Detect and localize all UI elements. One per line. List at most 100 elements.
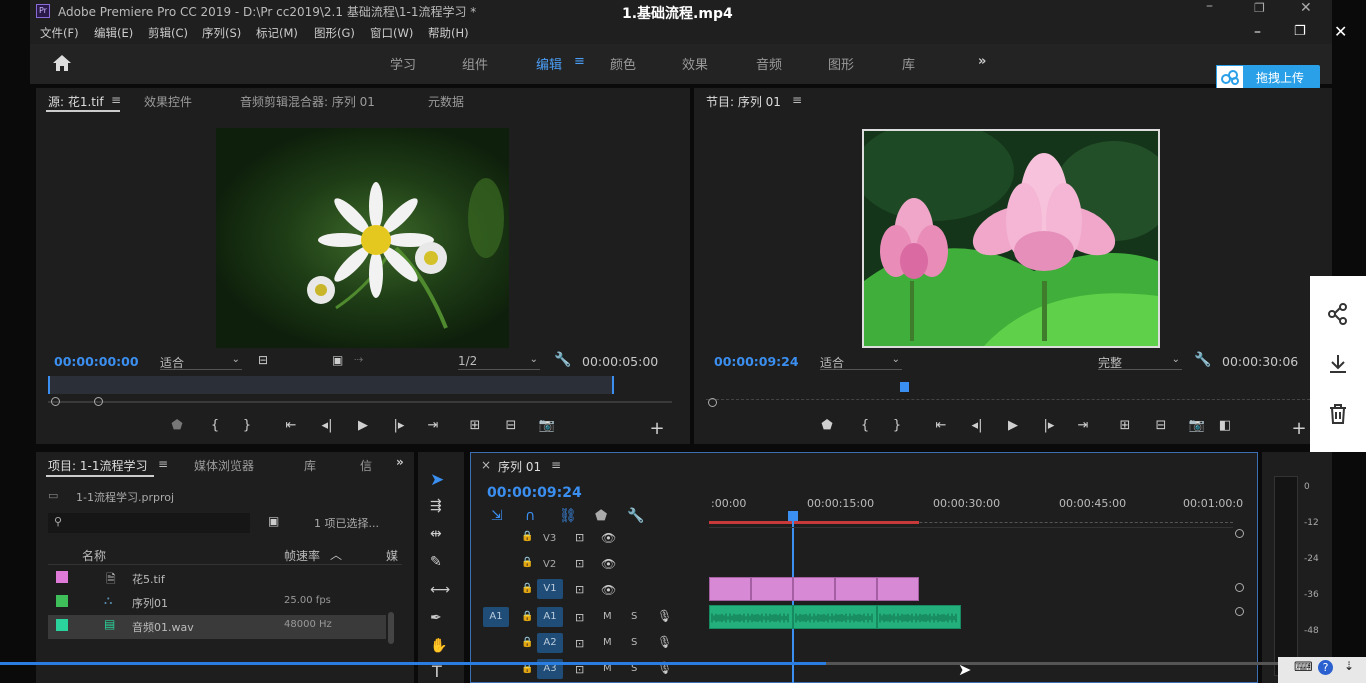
trash-icon[interactable]	[1326, 402, 1350, 426]
step-forward-icon[interactable]: |▸	[1040, 418, 1058, 433]
workspace-audio[interactable]: 音频	[756, 54, 782, 73]
mark-out-icon[interactable]: }	[238, 418, 256, 433]
workspace-menu-icon[interactable]: ≡	[574, 54, 585, 69]
more-workspaces-icon[interactable]: »	[978, 54, 986, 69]
go-to-out-icon[interactable]: ⇥	[1074, 418, 1092, 433]
workspace-libraries[interactable]: 库	[902, 54, 915, 73]
tab-media-browser[interactable]: 媒体浏览器	[194, 457, 254, 474]
menu-window[interactable]: 窗口(W)	[370, 25, 413, 41]
player-progress-track[interactable]	[0, 662, 1366, 665]
video-clip[interactable]	[751, 577, 793, 601]
step-back-icon[interactable]: ◂|	[318, 418, 336, 433]
pen-tool-icon[interactable]: ✒	[430, 610, 442, 626]
wrench-icon[interactable]: 🔧	[554, 352, 571, 368]
drag-video-icon[interactable]: ▣	[332, 353, 343, 367]
track-label-v3[interactable]: V3	[543, 533, 556, 544]
download-icon[interactable]	[1326, 352, 1350, 376]
eye-icon[interactable]: 👁	[601, 557, 616, 571]
sync-lock-icon[interactable]: ⊡	[575, 531, 584, 544]
timeline-playhead-handle[interactable]	[788, 511, 798, 521]
selection-tool-icon[interactable]: ➤	[430, 470, 444, 490]
tab-info[interactable]: 信	[360, 457, 372, 474]
source-timecode[interactable]: 00:00:00:00	[54, 354, 139, 369]
vertical-zoom-handle[interactable]	[1235, 607, 1244, 616]
project-item[interactable]: 🗎 花5.tif	[48, 567, 402, 591]
video-clip[interactable]	[835, 577, 877, 601]
workspace-effects[interactable]: 效果	[682, 54, 708, 73]
track-label-v1[interactable]: V1	[537, 579, 563, 599]
comparison-view-icon[interactable]: ◧	[1216, 418, 1234, 433]
play-icon[interactable]: ▶	[1004, 418, 1022, 433]
mute-button[interactable]: M	[603, 637, 612, 648]
mute-button[interactable]: M	[603, 611, 612, 622]
player-close-icon[interactable]: ✕	[1334, 22, 1347, 41]
insert-icon[interactable]: ⊞	[466, 418, 484, 433]
slip-tool-icon[interactable]: ⟷	[430, 582, 450, 598]
microphone-icon[interactable]: 🎙	[657, 635, 672, 649]
tab-metadata[interactable]: 元数据	[428, 93, 464, 110]
solo-button[interactable]: S	[631, 637, 637, 648]
source-zoom-bar[interactable]	[48, 401, 672, 403]
audio-clip[interactable]	[709, 605, 793, 629]
track-label-v2[interactable]: V2	[543, 559, 556, 570]
new-search-bin-icon[interactable]: ▣	[268, 514, 279, 528]
program-quality-select[interactable]: 完整 ⌄	[1098, 354, 1182, 370]
menu-sequence[interactable]: 序列(S)	[202, 25, 241, 41]
tab-source-menu-icon[interactable]: ≡	[111, 93, 121, 107]
tab-libraries[interactable]: 库	[304, 457, 316, 474]
audio-clip[interactable]	[793, 605, 877, 629]
add-marker-icon[interactable]: ⬟	[595, 508, 607, 524]
tab-project-menu-icon[interactable]: ≡	[158, 457, 168, 471]
camera-icon[interactable]: 📷	[538, 418, 556, 433]
razor-tool-icon[interactable]: ✎	[430, 554, 442, 570]
safe-margin-icon[interactable]: ⊟	[258, 353, 268, 367]
eye-icon[interactable]: 👁	[601, 531, 616, 545]
column-name[interactable]: 名称	[82, 547, 106, 564]
track-label-a2[interactable]: A2	[537, 633, 563, 653]
nest-icon[interactable]: ⇲	[491, 508, 503, 524]
menu-marker[interactable]: 标记(M)	[256, 25, 298, 41]
snap-icon[interactable]: ∩	[525, 508, 535, 524]
add-marker-icon[interactable]: ⬟	[168, 418, 186, 433]
menu-help[interactable]: 帮助(H)	[428, 25, 469, 41]
zoom-handle-left[interactable]	[51, 397, 60, 406]
sync-lock-icon[interactable]: ⊡	[575, 637, 584, 650]
sort-ascending-icon[interactable]: ︿	[330, 546, 342, 563]
go-to-out-icon[interactable]: ⇥	[424, 418, 442, 433]
lift-icon[interactable]: ⊞	[1116, 418, 1134, 433]
menu-edit[interactable]: 编辑(E)	[94, 25, 133, 41]
wrench-icon[interactable]: 🔧	[1194, 352, 1211, 368]
tab-source[interactable]: 源: 花1.tif	[48, 93, 104, 110]
video-clip[interactable]	[709, 577, 751, 601]
expand-icon[interactable]: ⇣	[1344, 659, 1354, 673]
home-icon[interactable]	[52, 54, 72, 72]
overwrite-icon[interactable]: ⊟	[502, 418, 520, 433]
source-fit-select[interactable]: 适合 ⌄	[160, 354, 242, 370]
tab-audio-clip-mixer[interactable]: 音频剪辑混合器: 序列 01	[240, 93, 375, 110]
mark-out-icon[interactable]: }	[888, 418, 906, 433]
drag-audio-icon[interactable]: ⇢	[354, 353, 363, 366]
microphone-icon[interactable]: 🎙	[657, 609, 672, 623]
project-search-input[interactable]: ⚲	[48, 513, 250, 533]
camera-icon[interactable]: 📷	[1188, 418, 1206, 433]
workspace-assembly[interactable]: 组件	[462, 54, 488, 73]
sync-lock-icon[interactable]: ⊡	[575, 557, 584, 570]
column-media[interactable]: 媒	[386, 547, 398, 564]
menu-graphics[interactable]: 图形(G)	[314, 25, 355, 41]
vertical-zoom-handle[interactable]	[1235, 583, 1244, 592]
workspace-learn[interactable]: 学习	[390, 54, 416, 73]
lock-icon[interactable]: 🔒	[521, 531, 533, 542]
tab-effect-controls[interactable]: 效果控件	[144, 93, 192, 110]
ripple-edit-tool-icon[interactable]: ⇹	[430, 526, 442, 542]
play-icon[interactable]: ▶	[354, 418, 372, 433]
add-button-icon[interactable]: +	[648, 418, 666, 439]
zoom-handle-right[interactable]	[94, 397, 103, 406]
minimize-icon[interactable]: –	[1206, 0, 1213, 14]
tab-sequence-menu-icon[interactable]: ≡	[551, 458, 561, 472]
program-timecode[interactable]: 00:00:09:24	[714, 354, 799, 369]
audio-clip[interactable]	[877, 605, 961, 629]
help-icon[interactable]: ?	[1318, 660, 1333, 675]
lock-icon[interactable]: 🔒	[521, 557, 533, 568]
tab-project[interactable]: 项目: 1-1流程学习	[48, 457, 147, 474]
project-item[interactable]: ⛬ 序列01 25.00 fps	[48, 591, 402, 615]
